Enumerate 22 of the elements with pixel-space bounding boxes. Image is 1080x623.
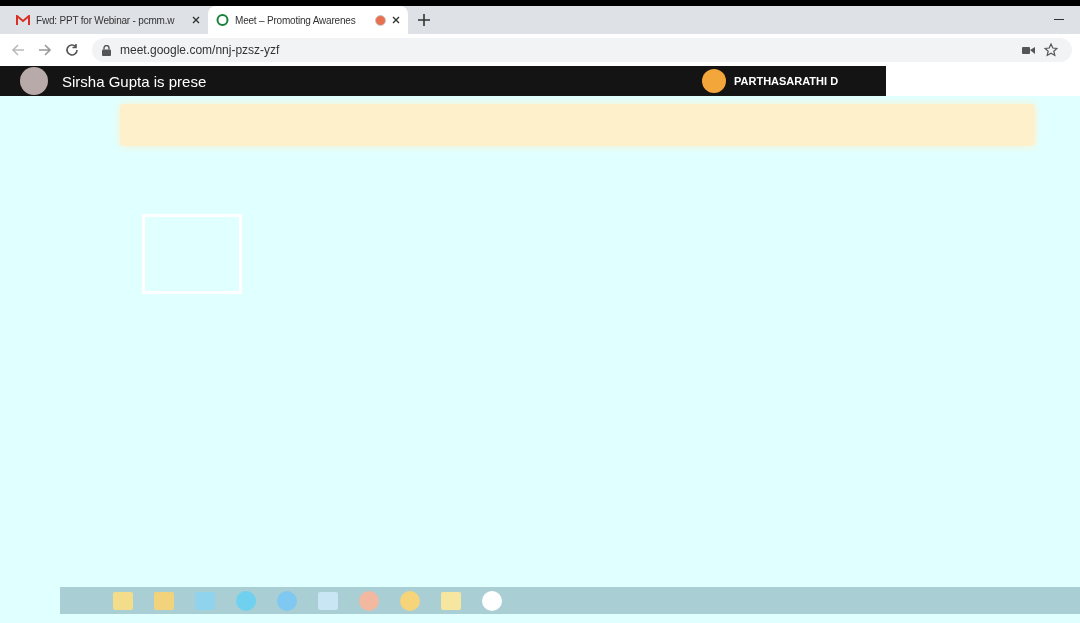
presenter-notice: Sirsha Gupta is prese xyxy=(62,72,207,90)
browser-tab[interactable]: Meet – Promoting Awarenes xyxy=(208,6,408,34)
tab-title: Meet – Promoting Awarenes xyxy=(235,14,357,26)
tab-title: Fwd: PPT for Webinar - pcmm.w xyxy=(36,14,176,26)
browser-tab[interactable]: Fwd: PPT for Webinar - pcmm.w xyxy=(8,6,208,34)
address-field[interactable]: meet.google.com/nnj-pzsz-yzf xyxy=(92,38,1072,62)
url-text: meet.google.com/nnj-pzsz-yzf xyxy=(120,43,280,57)
forward-icon[interactable] xyxy=(38,43,52,57)
lock-icon xyxy=(102,44,111,56)
meet-logo-icon xyxy=(216,13,229,27)
new-tab-icon[interactable] xyxy=(418,14,430,26)
avatar xyxy=(20,67,48,95)
minimize-icon[interactable] xyxy=(1054,19,1064,21)
mail-logo-icon xyxy=(16,14,30,26)
close-icon[interactable] xyxy=(392,16,400,24)
camera-icon[interactable] xyxy=(1022,45,1035,55)
reload-icon[interactable] xyxy=(65,43,79,57)
back-icon[interactable] xyxy=(11,43,25,57)
participant-name: PARTHASARATHI D xyxy=(734,75,839,87)
participant-avatar xyxy=(702,69,726,93)
star-icon[interactable] xyxy=(1044,43,1058,57)
close-icon[interactable] xyxy=(192,16,200,24)
